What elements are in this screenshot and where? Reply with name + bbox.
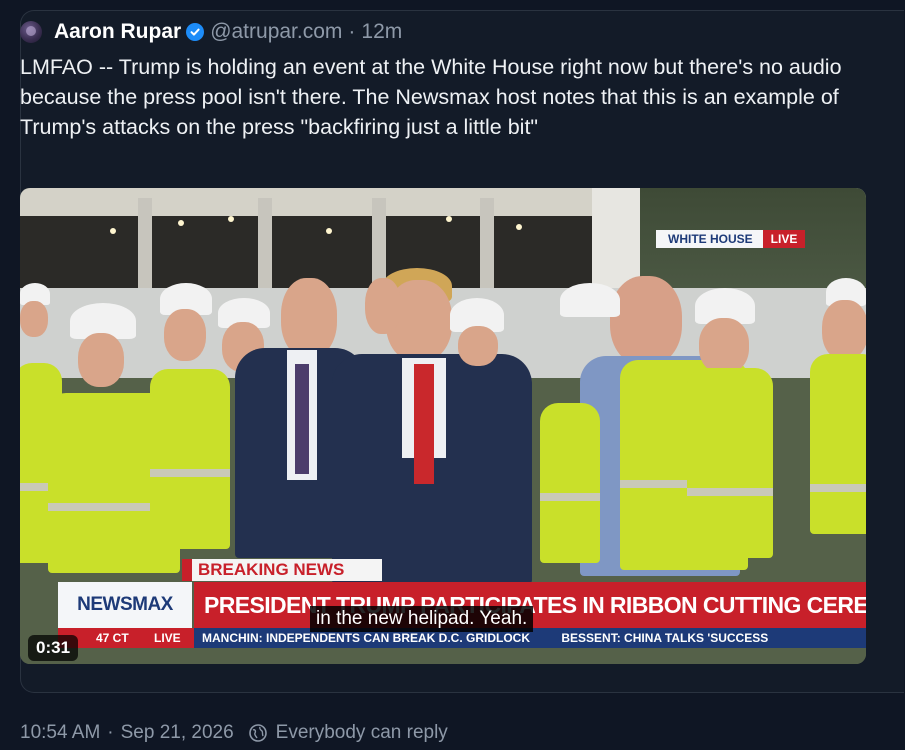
post-footer: 10:54 AM · Sep 21, 2026 Everybody can re…	[20, 722, 448, 744]
scene-light	[446, 216, 452, 222]
globe-icon	[248, 723, 268, 743]
ticker-item: MANCHIN: INDEPENDENTS CAN BREAK D.C. GRI…	[202, 631, 531, 645]
location-bug: WHITE HOUSE LIVE	[656, 230, 806, 248]
ticker-item: BESSENT: CHINA TALKS 'SUCCESS	[561, 631, 769, 645]
footer-separator: ·	[107, 722, 114, 743]
live-badge: LIVE	[762, 230, 806, 248]
header-separator: ·	[348, 20, 356, 43]
author-name[interactable]: Aaron Rupar	[54, 20, 181, 44]
post-age[interactable]: 12m	[361, 20, 402, 44]
scene-light	[110, 228, 116, 234]
network-logo: NEWSMAX	[58, 582, 192, 628]
post-date[interactable]: Sep 21, 2026	[121, 722, 234, 744]
reply-setting[interactable]: Everybody can reply	[276, 722, 448, 744]
video-caption: in the new helipad. Yeah.	[310, 606, 534, 632]
scene-light	[326, 228, 332, 234]
avatar[interactable]	[20, 21, 42, 43]
location-label: WHITE HOUSE	[656, 230, 763, 248]
ticker-live: LIVE	[154, 628, 194, 648]
scene-light	[228, 216, 234, 222]
post-time[interactable]: 10:54 AM	[20, 722, 100, 744]
breaking-news-label: BREAKING NEWS	[182, 559, 382, 581]
scene-roof	[20, 188, 620, 216]
author-handle[interactable]: @atrupar.com	[210, 20, 342, 44]
playback-time[interactable]: 0:31	[28, 635, 79, 661]
scene-light	[178, 220, 184, 226]
verified-check-icon	[186, 23, 205, 41]
video-player[interactable]: WHITE HOUSE LIVE BREAKING NEWS NEWSMAX P…	[20, 188, 866, 664]
post-header: Aaron Rupar @atrupar.com · 12m	[20, 18, 402, 46]
scene-light	[516, 224, 522, 230]
post-text: LMFAO -- Trump is holding an event at th…	[20, 55, 848, 139]
